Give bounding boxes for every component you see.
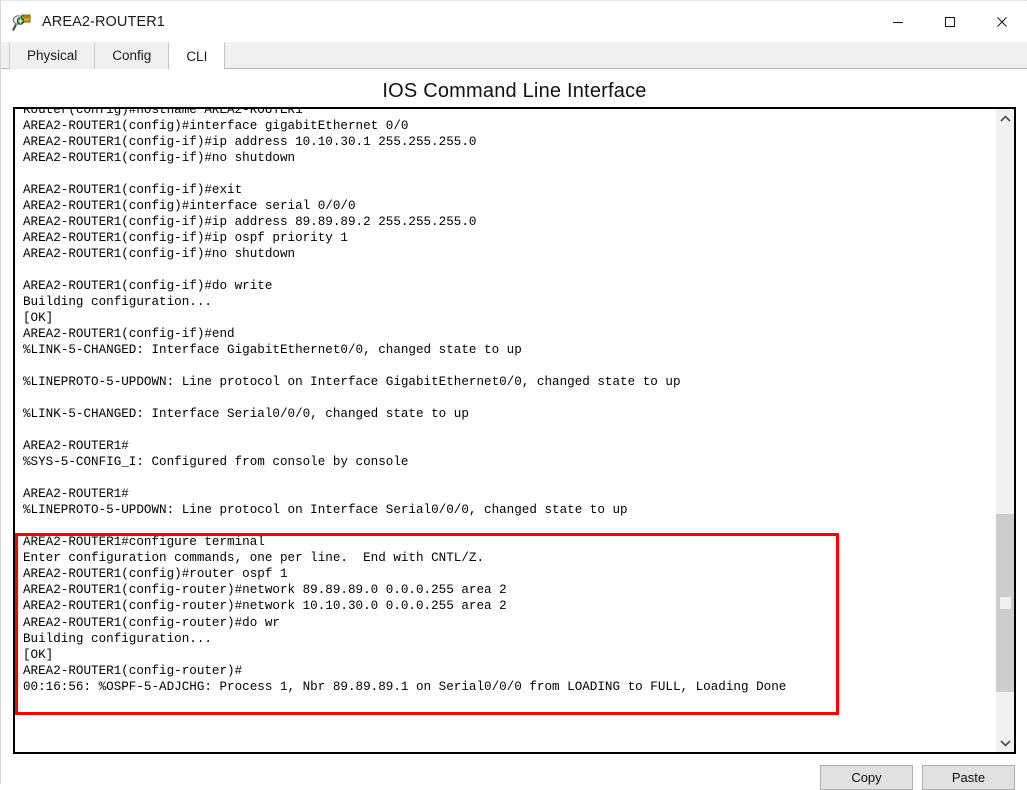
title-bar: AREA2-ROUTER1 [1,1,1027,43]
minimize-button[interactable] [872,1,924,42]
copy-button-label: Copy [851,770,882,785]
tab-cli-label: CLI [186,48,208,64]
tab-config[interactable]: Config [94,42,170,69]
scrollbar-grip [1000,597,1011,609]
tab-list: Physical Config CLI [9,42,226,69]
tab-cli[interactable]: CLI [168,42,226,69]
paste-button[interactable]: Paste [922,765,1015,790]
terminal-text: Router(config)#hostname AREA2-ROUTER1 AR… [23,109,787,694]
tab-strip: Physical Config CLI [1,42,1027,69]
scroll-up-button[interactable] [996,109,1014,128]
maximize-button[interactable] [924,1,976,42]
close-button[interactable] [976,1,1027,42]
terminal-output[interactable]: Router(config)#hostname AREA2-ROUTER1 AR… [15,109,995,752]
scroll-down-button[interactable] [996,733,1014,752]
cli-window: AREA2-ROUTER1 Physical Config CLI IOS Co… [0,0,1027,790]
router-icon [11,11,33,33]
paste-button-label: Paste [951,770,986,785]
terminal-frame: Router(config)#hostname AREA2-ROUTER1 AR… [13,107,1016,754]
action-buttons: Copy Paste [820,765,1015,790]
title-bar-left: AREA2-ROUTER1 [11,1,165,42]
tab-config-label: Config [112,48,152,63]
scrollbar-thumb[interactable] [996,514,1014,692]
tab-physical-label: Physical [27,48,78,63]
scrollbar-track[interactable] [996,128,1014,733]
cli-panel: IOS Command Line Interface Router(config… [1,69,1027,790]
window-controls [872,1,1027,42]
copy-button[interactable]: Copy [820,765,913,790]
tab-physical[interactable]: Physical [9,42,96,69]
terminal-scrollbar[interactable] [995,109,1014,752]
window-title: AREA2-ROUTER1 [42,13,165,30]
page-title: IOS Command Line Interface [382,80,647,102]
